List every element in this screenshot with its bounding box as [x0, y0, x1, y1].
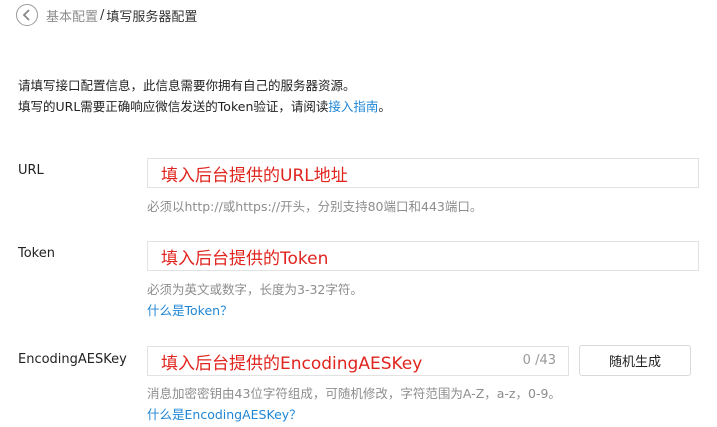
token-label: Token	[18, 246, 55, 261]
aes-key-input-value: 填入后台提供的EncodingAESKey	[161, 353, 423, 374]
access-guide-link[interactable]: 接入指南	[328, 99, 378, 114]
token-input[interactable]: 填入后台提供的Token	[147, 241, 699, 271]
breadcrumb: 基本配置 / 填写服务器配置	[16, 2, 197, 28]
back-arrow-icon[interactable]	[16, 4, 38, 26]
url-label: URL	[18, 163, 44, 178]
intro-line-2-suffix: 。	[378, 99, 391, 114]
token-hint: 必须为英文或数字，长度为3-32字符。	[147, 282, 363, 297]
intro-text: 请填写接口配置信息，此信息需要你拥有自己的服务器资源。 填写的URL需要正确响应…	[18, 75, 391, 117]
what-is-aes-key-link[interactable]: 什么是EncodingAESKey？	[147, 404, 302, 423]
server-config-page: 基本配置 / 填写服务器配置 请填写接口配置信息，此信息需要你拥有自己的服务器资…	[0, 0, 717, 427]
aes-key-hint: 消息加密密钥由43位字符组成，可随机修改，字符范围为A-Z，a-z，0-9。	[147, 386, 561, 401]
aes-key-char-counter: 0 /43	[522, 353, 556, 368]
breadcrumb-current: 填写服务器配置	[106, 9, 198, 25]
url-input-value: 填入后台提供的URL地址	[161, 165, 348, 186]
breadcrumb-parent-link[interactable]: 基本配置	[46, 6, 98, 25]
breadcrumb-separator: /	[100, 7, 105, 23]
url-input[interactable]: 填入后台提供的URL地址	[147, 158, 699, 188]
aes-key-input[interactable]: 填入后台提供的EncodingAESKey 0 /43	[147, 346, 569, 376]
random-generate-button[interactable]: 随机生成	[579, 345, 691, 376]
intro-line-1: 请填写接口配置信息，此信息需要你拥有自己的服务器资源。	[18, 78, 356, 93]
url-hint: 必须以http://或https://开头，分别支持80端口和443端口。	[147, 199, 483, 214]
aes-key-label: EncodingAESKey	[18, 352, 127, 367]
what-is-token-link[interactable]: 什么是Token？	[147, 300, 233, 319]
intro-line-2-prefix: 填写的URL需要正确响应微信发送的Token验证，请阅读	[18, 99, 329, 114]
intro-line-2: 填写的URL需要正确响应微信发送的Token验证，请阅读接入指南。	[18, 96, 391, 117]
token-input-value: 填入后台提供的Token	[161, 248, 329, 269]
